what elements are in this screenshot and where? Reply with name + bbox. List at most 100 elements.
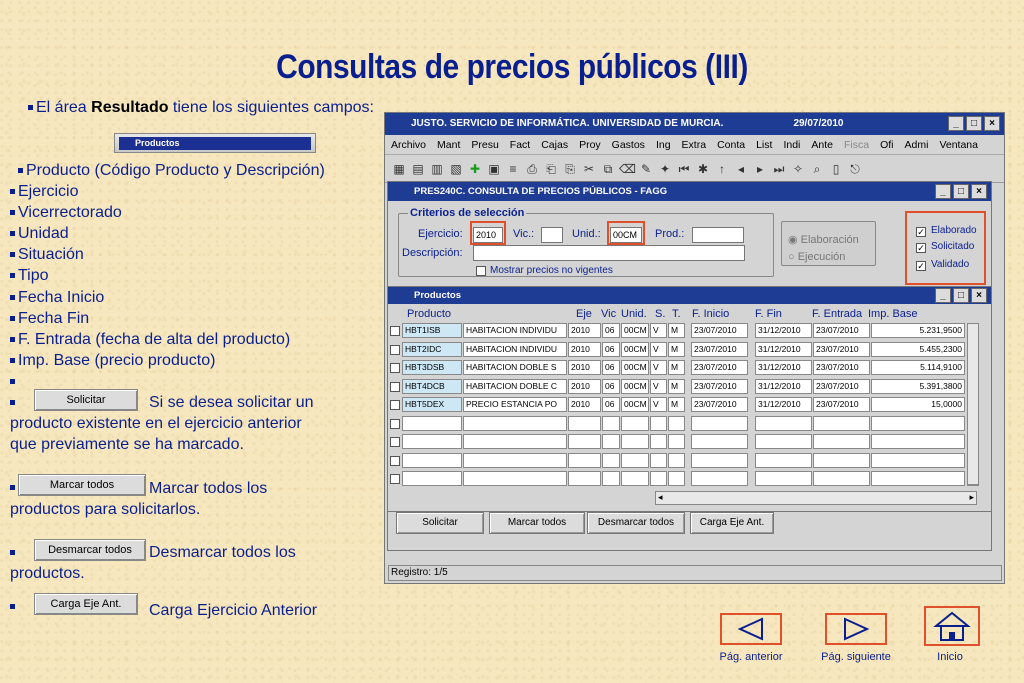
table-cell[interactable]: 06 [602, 378, 620, 394]
radio-elaboracion[interactable]: ◉ Elaboración [788, 233, 859, 246]
row-select-checkbox[interactable] [390, 418, 400, 429]
table-cell[interactable] [402, 434, 462, 449]
table-cell[interactable]: 31/12/2010 [755, 378, 812, 394]
table-cell[interactable] [621, 415, 649, 431]
tool-icon[interactable]: ▤ [410, 161, 426, 177]
add-icon[interactable]: ✚ [467, 161, 483, 177]
tool-icon[interactable]: ✦ [657, 161, 673, 177]
table-cell[interactable] [755, 471, 812, 486]
close-button[interactable]: × [971, 184, 987, 199]
table-cell[interactable] [668, 434, 685, 449]
tool-icon[interactable]: ✎ [638, 161, 654, 177]
row-select-checkbox[interactable] [390, 474, 400, 484]
table-cell[interactable] [463, 415, 567, 431]
prev-page-button[interactable] [720, 613, 782, 645]
prev-icon[interactable]: ◂ [733, 161, 749, 177]
solicitado-checkbox[interactable]: ✓ [916, 243, 926, 253]
table-cell[interactable] [691, 471, 748, 486]
table-cell[interactable] [568, 415, 601, 431]
elaborado-checkbox[interactable]: ✓ [916, 227, 926, 237]
table-cell[interactable]: 00CM [621, 323, 649, 338]
tool-icon[interactable]: ▧ [448, 161, 464, 177]
tool-icon[interactable]: ⎗ [543, 161, 559, 177]
table-cell[interactable]: 23/07/2010 [691, 323, 748, 338]
table-cell[interactable]: M [668, 397, 685, 412]
menu-item[interactable]: List [756, 135, 772, 154]
table-cell[interactable]: 06 [602, 360, 620, 375]
minimize-button[interactable]: _ [935, 288, 951, 303]
table-cell[interactable]: HBT5DEX [402, 397, 462, 412]
table-cell[interactable]: HBT2IDC [402, 341, 462, 357]
table-cell[interactable] [871, 434, 965, 449]
row-select-checkbox[interactable] [390, 455, 400, 466]
table-cell[interactable] [568, 434, 601, 449]
table-cell[interactable]: 23/07/2010 [813, 323, 870, 338]
table-cell[interactable]: 31/12/2010 [755, 323, 812, 338]
table-cell[interactable]: PRECIO ESTANCIA PO [463, 397, 567, 412]
table-cell[interactable]: 5.231,9500 [871, 323, 965, 338]
table-cell[interactable] [568, 471, 601, 486]
table-cell[interactable] [691, 434, 748, 449]
exit-icon[interactable]: ⎋ [847, 161, 863, 177]
table-cell[interactable] [668, 471, 685, 486]
maximize-button[interactable]: □ [953, 184, 969, 199]
tool-icon[interactable]: ⎙ [524, 161, 540, 177]
vertical-scrollbar[interactable] [967, 323, 979, 485]
table-cell[interactable] [621, 471, 649, 486]
radio-ejecucion[interactable]: ○ Ejecución [788, 251, 845, 263]
table-cell[interactable] [463, 434, 567, 449]
tool-icon[interactable]: ⌫ [619, 161, 636, 177]
up-icon[interactable]: ↑ [714, 161, 730, 177]
tool-icon[interactable]: ⧉ [600, 161, 616, 177]
close-button[interactable]: × [984, 116, 1000, 131]
table-cell[interactable]: V [650, 378, 667, 394]
trash-icon[interactable]: ▯ [828, 161, 844, 177]
menu-item[interactable]: Conta [717, 135, 745, 154]
row-select-checkbox[interactable] [390, 344, 400, 355]
table-cell[interactable]: 5.114,9100 [871, 360, 965, 375]
table-cell[interactable]: V [650, 341, 667, 357]
table-cell[interactable]: V [650, 397, 667, 412]
table-cell[interactable] [402, 415, 462, 431]
table-cell[interactable]: M [668, 341, 685, 357]
menu-item[interactable]: Gastos [612, 135, 645, 154]
last-icon[interactable]: ⏭ [771, 161, 787, 177]
table-cell[interactable]: 23/07/2010 [691, 341, 748, 357]
table-cell[interactable]: 06 [602, 397, 620, 412]
table-cell[interactable]: V [650, 323, 667, 338]
menu-item[interactable]: Proy [579, 135, 601, 154]
table-cell[interactable]: V [650, 360, 667, 375]
menu-item[interactable]: Mant [437, 135, 460, 154]
table-cell[interactable] [650, 452, 667, 468]
table-cell[interactable]: 23/07/2010 [691, 397, 748, 412]
table-cell[interactable]: 06 [602, 341, 620, 357]
table-cell[interactable]: M [668, 323, 685, 338]
horizontal-scrollbar[interactable]: ◂ ▸ [655, 491, 977, 505]
table-cell[interactable] [621, 434, 649, 449]
table-cell[interactable]: 31/12/2010 [755, 341, 812, 357]
search-icon[interactable]: ⌕ [809, 161, 825, 177]
menu-item[interactable]: Ofi [880, 135, 893, 154]
table-cell[interactable]: 00CM [621, 341, 649, 357]
table-cell[interactable] [691, 452, 748, 468]
row-select-checkbox[interactable] [390, 326, 400, 336]
no-vigentes-checkbox[interactable] [476, 266, 486, 276]
table-cell[interactable] [602, 415, 620, 431]
table-cell[interactable] [871, 415, 965, 431]
table-cell[interactable]: HABITACION DOBLE S [463, 360, 567, 375]
menu-item[interactable]: Archivo [391, 135, 426, 154]
table-cell[interactable] [602, 471, 620, 486]
table-cell[interactable] [650, 434, 667, 449]
row-select-checkbox[interactable] [390, 400, 400, 410]
table-cell[interactable] [668, 452, 685, 468]
maximize-button[interactable]: □ [953, 288, 969, 303]
maximize-button[interactable]: □ [966, 116, 982, 131]
table-cell[interactable]: 31/12/2010 [755, 360, 812, 375]
menu-item[interactable]: Fact [510, 135, 530, 154]
table-cell[interactable] [813, 452, 870, 468]
table-cell[interactable] [813, 415, 870, 431]
table-cell[interactable]: 00CM [621, 378, 649, 394]
table-cell[interactable]: 2010 [568, 397, 601, 412]
tool-icon[interactable]: ≡ [505, 161, 521, 177]
action-button-0[interactable]: Solicitar [396, 512, 484, 534]
